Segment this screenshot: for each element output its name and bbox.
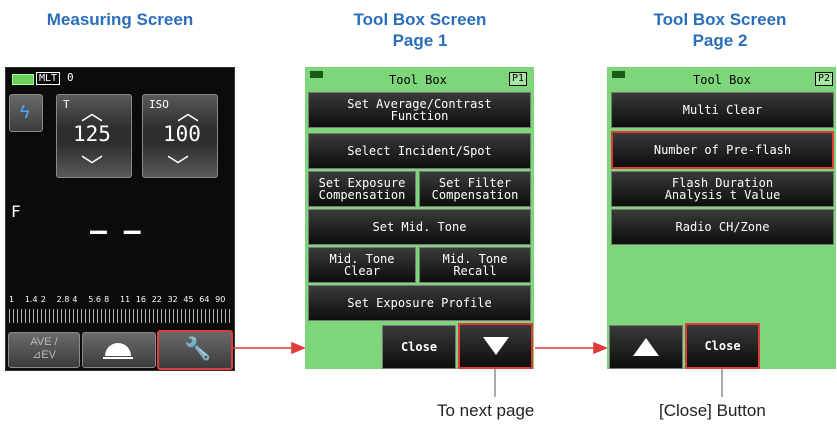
f-label: F: [11, 202, 21, 221]
chevron-down-icon[interactable]: ﹀: [81, 149, 103, 181]
tool-box-button[interactable]: 🔧: [157, 330, 233, 370]
scale-tick-label: 16: [135, 295, 147, 304]
mode-count: 0: [67, 71, 74, 84]
triangle-down-icon: [482, 337, 509, 355]
mid-tone-recall-button[interactable]: Mid. Tone Recall: [419, 247, 531, 283]
ave-ev-button[interactable]: AVE / ⊿EV: [8, 332, 80, 368]
next-page-note: To next page: [437, 401, 535, 420]
scale-tick-label: 22: [151, 295, 162, 304]
page-badge: P2: [815, 72, 834, 86]
scale-tick-label: 1: [9, 295, 15, 304]
iso-control[interactable]: ISO ︿ 100 ﹀: [142, 94, 218, 181]
iso-value: 100: [163, 122, 201, 146]
toolbox-header: Tool Box: [389, 73, 447, 87]
multi-clear-button[interactable]: Multi Clear: [611, 92, 834, 128]
arrow-to-page2: [535, 341, 608, 355]
aperture-value: – –: [90, 214, 141, 247]
toolbox-page1-title: Tool Box Screen Page 1: [320, 9, 520, 51]
next-page-button[interactable]: [458, 323, 533, 369]
toolbox-page2-title: Tool Box Screen Page 2: [620, 9, 820, 51]
number-of-pre-flash-button[interactable]: Number of Pre-flash: [611, 131, 834, 169]
prev-page-button[interactable]: [609, 325, 683, 369]
scale-tick-label: 4: [72, 295, 78, 304]
dome-icon: [105, 343, 131, 356]
chevron-down-icon[interactable]: ﹀: [167, 149, 189, 181]
memory-button[interactable]: [82, 332, 156, 368]
mid-tone-clear-button[interactable]: Mid. Tone Clear: [308, 247, 416, 283]
set-mid-tone-button[interactable]: Set Mid. Tone: [308, 209, 531, 245]
scale-tick-label: 2: [40, 295, 46, 304]
close-button[interactable]: Close: [382, 325, 456, 369]
close-button[interactable]: Close: [685, 323, 760, 369]
set-exposure-profile-button[interactable]: Set Exposure Profile: [308, 285, 531, 321]
mode-badge: MLT: [36, 72, 61, 85]
toolbox-page1-screen: Tool Box P1 Set Average/Contrast Functio…: [305, 67, 534, 369]
measuring-screen: MLT 0 ϟ T ︿ 125 ﹀ ISO ︿ 100 ﹀ F – – 1 1.4…: [5, 67, 235, 371]
radio-ch-zone-button[interactable]: Radio CH/Zone: [611, 209, 834, 245]
flash-duration-button[interactable]: Flash Duration Analysis t Value: [611, 171, 834, 207]
set-average-contrast-button[interactable]: Set Average/Contrast Function: [308, 92, 531, 128]
scale-tick-label: 32: [167, 295, 178, 304]
scale-ticks: [9, 309, 231, 323]
scale-tick-label: 8: [104, 295, 110, 304]
ev-label: ⊿EV: [32, 349, 56, 361]
toolbox-header: Tool Box: [693, 73, 751, 87]
aperture-scale: 1 1.4 2 2.8 4 5.6 8 11 16 22 32 45 64 90: [9, 295, 231, 307]
shutter-speed-control[interactable]: T ︿ 125 ﹀: [56, 94, 132, 181]
triangle-up-icon: [633, 338, 659, 356]
measuring-screen-title: Measuring Screen: [46, 10, 194, 29]
scale-tick-label: 11: [120, 295, 131, 304]
scale-tick-label: 45: [183, 295, 194, 304]
arrow-to-page1: [233, 341, 306, 355]
toolbox-page2-title-line1: Tool Box Screen: [653, 10, 787, 29]
toolbox-page2-screen: Tool Box P2 Multi Clear Number of Pre-fl…: [607, 67, 836, 369]
page-badge: P1: [509, 72, 528, 86]
toolbox-page1-title-line1: Tool Box Screen: [353, 10, 487, 29]
exposure-compensation-button[interactable]: Set Exposure Compensation: [308, 171, 416, 207]
scale-tick-label: 1.4: [24, 295, 38, 304]
flash-mode-button[interactable]: ϟ: [9, 94, 43, 132]
battery-icon: [612, 71, 625, 78]
scale-tick-label: 64: [199, 295, 210, 304]
battery-icon: [310, 71, 323, 78]
wrench-icon: 🔧: [184, 336, 212, 361]
t-label: T: [63, 98, 70, 111]
shutter-value: 125: [73, 122, 111, 146]
ave-label: AVE /: [30, 336, 58, 348]
filter-compensation-button[interactable]: Set Filter Compensation: [419, 171, 531, 207]
battery-icon: [12, 74, 34, 85]
flash-icon: ϟ: [20, 102, 30, 122]
close-button-note: [Close] Button: [659, 401, 766, 420]
scale-tick-label: 5.6: [88, 295, 102, 304]
scale-tick-label: 90: [215, 295, 226, 304]
scale-tick-label: 2.8: [56, 295, 70, 304]
toolbox-page2-title-line2: Page 2: [692, 31, 748, 50]
toolbox-page1-title-line2: Page 1: [392, 31, 448, 50]
select-incident-spot-button[interactable]: Select Incident/Spot: [308, 133, 531, 169]
iso-label: ISO: [149, 98, 169, 111]
dome-base: [103, 357, 133, 359]
